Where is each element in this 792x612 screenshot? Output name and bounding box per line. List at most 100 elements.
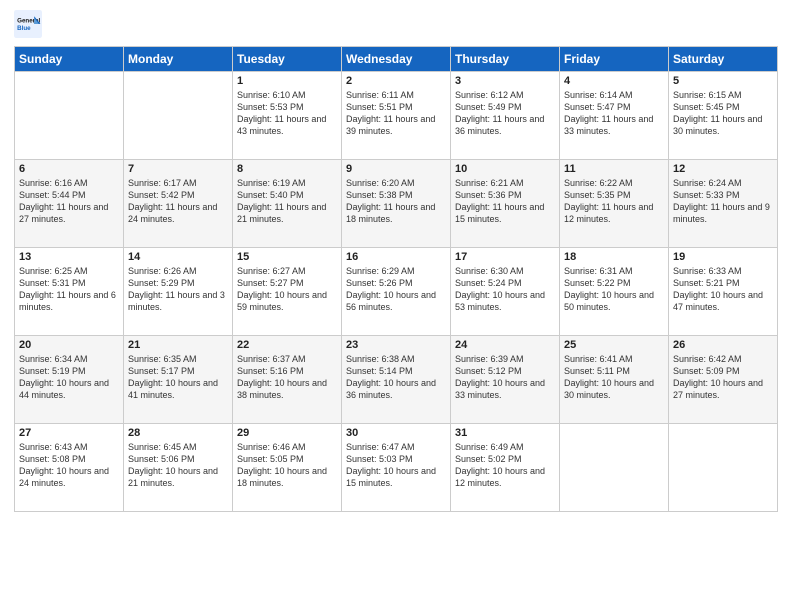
day-info: Sunrise: 6:12 AM Sunset: 5:49 PM Dayligh… xyxy=(455,89,555,138)
day-info: Sunrise: 6:26 AM Sunset: 5:29 PM Dayligh… xyxy=(128,265,228,314)
day-info: Sunrise: 6:20 AM Sunset: 5:38 PM Dayligh… xyxy=(346,177,446,226)
day-number: 23 xyxy=(346,339,446,351)
day-number: 10 xyxy=(455,163,555,175)
table-row: 14 Sunrise: 6:26 AM Sunset: 5:29 PM Dayli… xyxy=(124,248,233,336)
day-info: Sunrise: 6:41 AM Sunset: 5:11 PM Dayligh… xyxy=(564,353,664,402)
table-row: 31 Sunrise: 6:49 AM Sunset: 5:02 PM Dayli… xyxy=(451,424,560,512)
table-row: 29 Sunrise: 6:46 AM Sunset: 5:05 PM Dayli… xyxy=(233,424,342,512)
day-number: 29 xyxy=(237,427,337,439)
table-row: 7 Sunrise: 6:17 AM Sunset: 5:42 PM Daylig… xyxy=(124,160,233,248)
day-number: 4 xyxy=(564,75,664,87)
table-row: 15Sunrise: 6:27 AM Sunset: 5:27 PM Dayli… xyxy=(233,248,342,336)
calendar-week-row: 20 Sunrise: 6:34 AM Sunset: 5:19 PM Dayli… xyxy=(15,336,778,424)
table-row xyxy=(124,72,233,160)
calendar-week-row: 27Sunrise: 6:43 AM Sunset: 5:08 PM Dayli… xyxy=(15,424,778,512)
day-number: 28 xyxy=(128,427,228,439)
day-info: Sunrise: 6:14 AM Sunset: 5:47 PM Dayligh… xyxy=(564,89,664,138)
day-info: Sunrise: 6:37 AM Sunset: 5:16 PM Dayligh… xyxy=(237,353,337,402)
day-info: Sunrise: 6:45 AM Sunset: 5:06 PM Dayligh… xyxy=(128,441,228,490)
table-row: 27Sunrise: 6:43 AM Sunset: 5:08 PM Dayli… xyxy=(15,424,124,512)
table-row xyxy=(15,72,124,160)
col-friday: Friday xyxy=(560,47,669,72)
table-row: 9 Sunrise: 6:20 AM Sunset: 5:38 PM Daylig… xyxy=(342,160,451,248)
col-wednesday: Wednesday xyxy=(342,47,451,72)
day-number: 18 xyxy=(564,251,664,263)
table-row: 30 Sunrise: 6:47 AM Sunset: 5:03 PM Dayli… xyxy=(342,424,451,512)
table-row: 19 Sunrise: 6:33 AM Sunset: 5:21 PM Dayli… xyxy=(669,248,778,336)
day-number: 15 xyxy=(237,251,337,263)
calendar-week-row: 13 Sunrise: 6:25 AM Sunset: 5:31 PM Dayli… xyxy=(15,248,778,336)
day-number: 2 xyxy=(346,75,446,87)
table-row: 20 Sunrise: 6:34 AM Sunset: 5:19 PM Dayli… xyxy=(15,336,124,424)
table-row: 2 Sunrise: 6:11 AM Sunset: 5:51 PM Daylig… xyxy=(342,72,451,160)
day-number: 9 xyxy=(346,163,446,175)
col-saturday: Saturday xyxy=(669,47,778,72)
day-info: Sunrise: 6:31 AM Sunset: 5:22 PM Dayligh… xyxy=(564,265,664,314)
calendar-week-row: 1 Sunrise: 6:10 AM Sunset: 5:53 PM Daylig… xyxy=(15,72,778,160)
table-row xyxy=(669,424,778,512)
day-number: 27 xyxy=(19,427,119,439)
day-number: 22 xyxy=(237,339,337,351)
day-number: 7 xyxy=(128,163,228,175)
table-row: 23 Sunrise: 6:38 AM Sunset: 5:14 PM Dayli… xyxy=(342,336,451,424)
calendar-week-row: 6 Sunrise: 6:16 AM Sunset: 5:44 PM Daylig… xyxy=(15,160,778,248)
day-info: Sunrise: 6:30 AM Sunset: 5:24 PM Dayligh… xyxy=(455,265,555,314)
day-info: Sunrise: 6:21 AM Sunset: 5:36 PM Dayligh… xyxy=(455,177,555,226)
table-row: 1 Sunrise: 6:10 AM Sunset: 5:53 PM Daylig… xyxy=(233,72,342,160)
table-row: 6 Sunrise: 6:16 AM Sunset: 5:44 PM Daylig… xyxy=(15,160,124,248)
day-number: 3 xyxy=(455,75,555,87)
day-number: 8 xyxy=(237,163,337,175)
day-number: 26 xyxy=(673,339,773,351)
day-info: Sunrise: 6:19 AM Sunset: 5:40 PM Dayligh… xyxy=(237,177,337,226)
day-info: Sunrise: 6:11 AM Sunset: 5:51 PM Dayligh… xyxy=(346,89,446,138)
day-info: Sunrise: 6:42 AM Sunset: 5:09 PM Dayligh… xyxy=(673,353,773,402)
day-number: 14 xyxy=(128,251,228,263)
day-number: 1 xyxy=(237,75,337,87)
day-number: 17 xyxy=(455,251,555,263)
table-row: 4 Sunrise: 6:14 AM Sunset: 5:47 PM Daylig… xyxy=(560,72,669,160)
day-number: 5 xyxy=(673,75,773,87)
day-info: Sunrise: 6:24 AM Sunset: 5:33 PM Dayligh… xyxy=(673,177,773,226)
table-row: 24 Sunrise: 6:39 AM Sunset: 5:12 PM Dayli… xyxy=(451,336,560,424)
day-number: 13 xyxy=(19,251,119,263)
day-info: Sunrise: 6:49 AM Sunset: 5:02 PM Dayligh… xyxy=(455,441,555,490)
day-info: Sunrise: 6:34 AM Sunset: 5:19 PM Dayligh… xyxy=(19,353,119,402)
table-row: 18 Sunrise: 6:31 AM Sunset: 5:22 PM Dayli… xyxy=(560,248,669,336)
table-row: 26 Sunrise: 6:42 AM Sunset: 5:09 PM Dayli… xyxy=(669,336,778,424)
day-number: 31 xyxy=(455,427,555,439)
day-number: 24 xyxy=(455,339,555,351)
table-row: 25 Sunrise: 6:41 AM Sunset: 5:11 PM Dayli… xyxy=(560,336,669,424)
day-info: Sunrise: 6:22 AM Sunset: 5:35 PM Dayligh… xyxy=(564,177,664,226)
day-info: Sunrise: 6:39 AM Sunset: 5:12 PM Dayligh… xyxy=(455,353,555,402)
table-row: 8 Sunrise: 6:19 AM Sunset: 5:40 PM Daylig… xyxy=(233,160,342,248)
logo: General Blue xyxy=(14,10,46,38)
day-info: Sunrise: 6:29 AM Sunset: 5:26 PM Dayligh… xyxy=(346,265,446,314)
day-info: Sunrise: 6:16 AM Sunset: 5:44 PM Dayligh… xyxy=(19,177,119,226)
day-number: 11 xyxy=(564,163,664,175)
day-info: Sunrise: 6:10 AM Sunset: 5:53 PM Dayligh… xyxy=(237,89,337,138)
day-info: Sunrise: 6:46 AM Sunset: 5:05 PM Dayligh… xyxy=(237,441,337,490)
svg-text:Blue: Blue xyxy=(17,25,31,32)
day-number: 25 xyxy=(564,339,664,351)
table-row xyxy=(560,424,669,512)
day-info: Sunrise: 6:33 AM Sunset: 5:21 PM Dayligh… xyxy=(673,265,773,314)
table-row: 21Sunrise: 6:35 AM Sunset: 5:17 PM Dayli… xyxy=(124,336,233,424)
day-number: 30 xyxy=(346,427,446,439)
day-number: 6 xyxy=(19,163,119,175)
day-number: 16 xyxy=(346,251,446,263)
day-info: Sunrise: 6:17 AM Sunset: 5:42 PM Dayligh… xyxy=(128,177,228,226)
table-row: 17 Sunrise: 6:30 AM Sunset: 5:24 PM Dayli… xyxy=(451,248,560,336)
col-monday: Monday xyxy=(124,47,233,72)
calendar-header-row: Sunday Monday Tuesday Wednesday Thursday… xyxy=(15,47,778,72)
col-tuesday: Tuesday xyxy=(233,47,342,72)
day-info: Sunrise: 6:15 AM Sunset: 5:45 PM Dayligh… xyxy=(673,89,773,138)
day-info: Sunrise: 6:25 AM Sunset: 5:31 PM Dayligh… xyxy=(19,265,119,314)
day-number: 20 xyxy=(19,339,119,351)
day-info: Sunrise: 6:47 AM Sunset: 5:03 PM Dayligh… xyxy=(346,441,446,490)
day-info: Sunrise: 6:35 AM Sunset: 5:17 PM Dayligh… xyxy=(128,353,228,402)
table-row: 10 Sunrise: 6:21 AM Sunset: 5:36 PM Dayli… xyxy=(451,160,560,248)
table-row: 13 Sunrise: 6:25 AM Sunset: 5:31 PM Dayli… xyxy=(15,248,124,336)
day-info: Sunrise: 6:38 AM Sunset: 5:14 PM Dayligh… xyxy=(346,353,446,402)
day-number: 19 xyxy=(673,251,773,263)
day-number: 12 xyxy=(673,163,773,175)
